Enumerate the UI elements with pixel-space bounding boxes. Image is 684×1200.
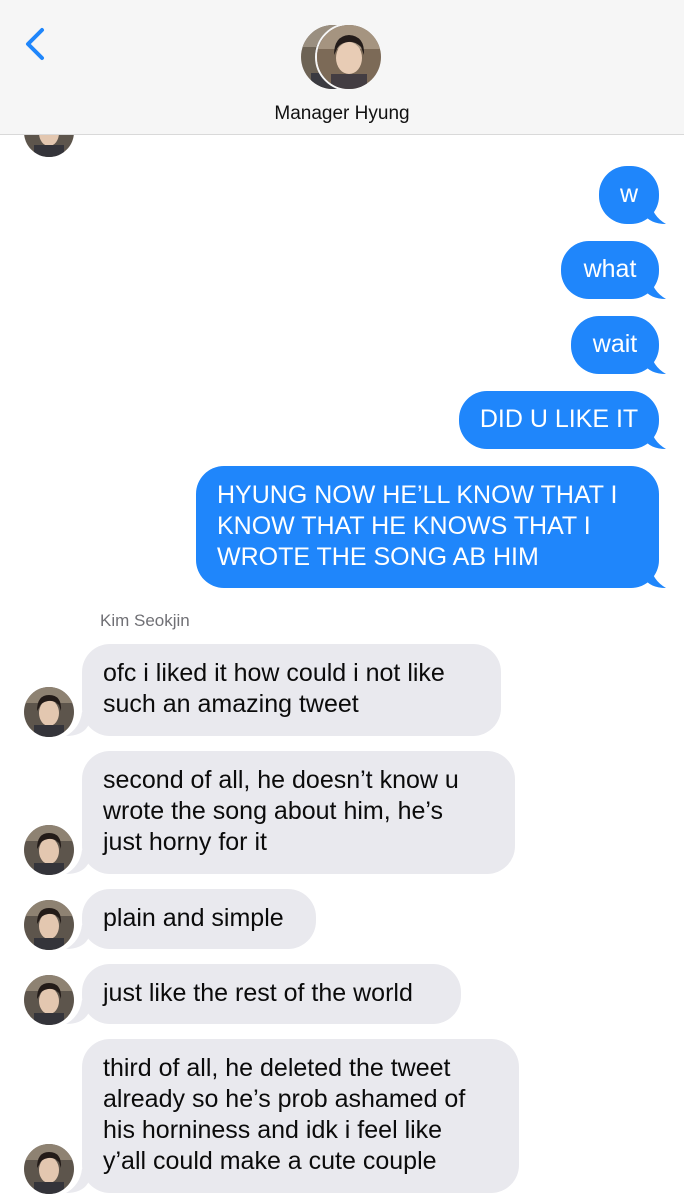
incoming-message[interactable]: second of all, he doesn’t know u wrote t…	[82, 751, 515, 874]
incoming-message[interactable]: plain and simple	[82, 889, 316, 949]
outgoing-message[interactable]: HYUNG NOW HE’LL KNOW THAT I KNOW THAT HE…	[196, 466, 659, 588]
back-button[interactable]	[20, 26, 52, 62]
avatar	[315, 23, 383, 91]
bubble-tail	[644, 350, 666, 374]
bubble-tail	[644, 200, 666, 224]
contact-avatar[interactable]	[24, 975, 74, 1025]
bubble-tail	[644, 425, 666, 449]
incoming-message[interactable]: just like the rest of the world	[82, 964, 461, 1024]
chevron-left-icon	[26, 28, 44, 60]
incoming-message[interactable]: third of all, he deleted the tweet alrea…	[82, 1039, 519, 1193]
bubble-tail	[644, 564, 666, 588]
bubble-tail	[644, 275, 666, 299]
conversation-title[interactable]: Manager Hyung	[0, 103, 684, 125]
outgoing-message[interactable]: DID U LIKE IT	[459, 391, 659, 449]
contact-avatar[interactable]	[24, 687, 74, 737]
header-overlay: Manager Hyung	[0, 0, 684, 135]
incoming-message[interactable]: ofc i liked it how could i not like such…	[82, 644, 501, 736]
contact-avatar[interactable]	[24, 900, 74, 950]
sender-name: Kim Seokjin	[100, 611, 190, 630]
contact-avatar[interactable]	[24, 825, 74, 875]
contact-avatar[interactable]	[24, 1144, 74, 1194]
group-avatar[interactable]	[299, 23, 389, 95]
